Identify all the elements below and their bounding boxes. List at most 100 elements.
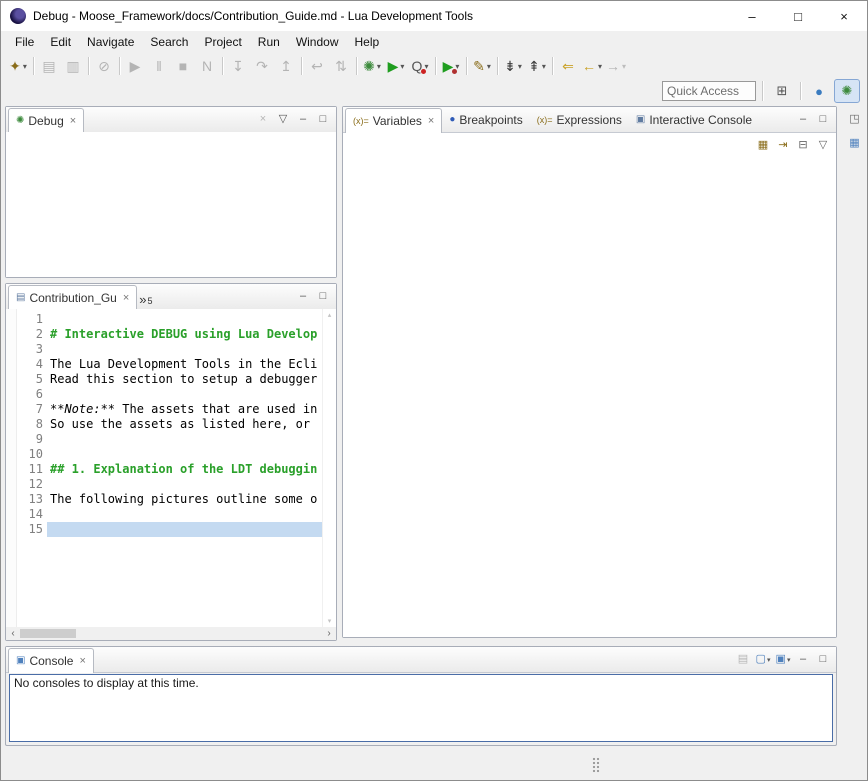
collapse-all-icon[interactable]: ⊟ — [794, 136, 812, 154]
menu-item-window[interactable]: Window — [288, 32, 347, 52]
quick-access-input[interactable]: Quick Access — [662, 81, 756, 101]
editor-vertical-scrollbar[interactable]: ▴ ▾ — [322, 309, 336, 627]
close-tab-icon[interactable]: × — [123, 292, 129, 304]
run-icon[interactable]: ▶▾ — [384, 55, 408, 77]
lua-perspective-button[interactable]: ● — [806, 79, 832, 103]
line-number: 7 — [17, 402, 43, 417]
editor-line — [47, 507, 322, 522]
menu-item-help[interactable]: Help — [347, 32, 388, 52]
coverage-icon[interactable]: Q▾ — [408, 55, 432, 77]
editor-horizontal-scrollbar[interactable]: ‹ › — [6, 627, 336, 640]
tab-variables[interactable]: (x)=Variables× — [345, 108, 442, 133]
tab-debug[interactable]: ✺Debug× — [8, 108, 84, 133]
minimize-button[interactable]: – — [729, 1, 775, 31]
scroll-down-icon[interactable]: ▾ — [328, 617, 332, 625]
tab-expressions[interactable]: (x)=Expressions — [530, 108, 629, 132]
menu-item-search[interactable]: Search — [142, 32, 196, 52]
remove-all-terminated-icon[interactable]: × — [254, 111, 272, 129]
tab-contribution-gu[interactable]: ▤Contribution_Gu× — [8, 285, 137, 310]
minimize-view-icon[interactable]: – — [794, 651, 812, 669]
line-number: 3 — [17, 342, 43, 357]
minimized-outline-view-icon[interactable]: ▦ — [846, 134, 864, 152]
new-wizard-icon[interactable]: ✦▾ — [6, 55, 30, 77]
minimize-view-icon[interactable]: – — [294, 288, 312, 306]
variables-view-content[interactable] — [343, 156, 836, 637]
resume-icon[interactable]: ▶ — [123, 55, 147, 77]
console-output[interactable]: No consoles to display at this time. — [9, 674, 833, 742]
perspective-bar: ⊞ ●✺ — [769, 79, 860, 103]
suspend-icon[interactable]: ‖ — [147, 55, 171, 77]
dropdown-arrow-icon[interactable]: ▾ — [787, 656, 791, 664]
show-logical-structures-icon[interactable]: ⇥ — [774, 136, 792, 154]
debug-perspective-button[interactable]: ✺ — [834, 79, 860, 103]
dropdown-arrow-icon[interactable]: ▾ — [377, 62, 381, 71]
close-tab-icon[interactable]: × — [428, 115, 434, 127]
step-into-icon[interactable]: ↧ — [226, 55, 250, 77]
display-selected-console-icon[interactable]: ▢▾ — [754, 651, 772, 669]
debug-view-icon: ✺ — [16, 116, 24, 126]
back-icon[interactable]: ←▾ — [580, 55, 604, 77]
menu-item-run[interactable]: Run — [250, 32, 288, 52]
resize-grip[interactable] — [592, 757, 600, 773]
dropdown-arrow-icon[interactable]: ▾ — [598, 62, 602, 71]
scrollbar-thumb[interactable] — [20, 629, 76, 638]
maximize-view-icon[interactable]: □ — [814, 111, 832, 129]
scroll-left-icon[interactable]: ‹ — [6, 627, 20, 640]
last-edit-location-icon[interactable]: ⇐ — [556, 55, 580, 77]
open-console-icon[interactable]: ▣▾ — [774, 651, 792, 669]
dropdown-arrow-icon[interactable]: ▾ — [518, 62, 522, 71]
editor-text-area[interactable]: # Interactive DEBUG using Lua DevelopThe… — [47, 309, 322, 627]
maximize-view-icon[interactable]: □ — [314, 111, 332, 129]
view-menu-icon[interactable]: ▽ — [274, 111, 292, 129]
disconnect-icon[interactable]: N — [195, 55, 219, 77]
dropdown-arrow-icon[interactable]: ▾ — [767, 656, 771, 664]
open-perspective-icon[interactable]: ⊞ — [769, 79, 795, 103]
quick-access-row: Quick Access ⊞ ●✺ — [2, 79, 866, 103]
clear-console-icon[interactable]: ▤ — [734, 651, 752, 669]
dropdown-arrow-icon[interactable]: ▾ — [622, 62, 626, 71]
window-title: Debug - Moose_Framework/docs/Contributio… — [33, 9, 473, 23]
debug-view-content[interactable] — [6, 132, 336, 277]
tab-console[interactable]: ▣Console× — [8, 648, 94, 673]
restore-view-icon[interactable]: ◳ — [846, 110, 864, 128]
external-tools-icon[interactable]: ▶▾ — [439, 55, 463, 77]
close-tab-icon[interactable]: × — [79, 655, 85, 667]
forward-icon[interactable]: →▾ — [604, 55, 628, 77]
save-all-icon[interactable]: ▥ — [61, 55, 85, 77]
menu-item-project[interactable]: Project — [196, 32, 249, 52]
minimize-view-icon[interactable]: – — [794, 111, 812, 129]
previous-annotation-icon[interactable]: ⇞▾ — [525, 55, 549, 77]
save-icon[interactable]: ▤ — [37, 55, 61, 77]
tab-interactive-console[interactable]: ▣Interactive Console — [629, 108, 759, 132]
minimize-view-icon[interactable]: – — [294, 111, 312, 129]
dropdown-arrow-icon[interactable]: ▾ — [487, 62, 491, 71]
maximize-view-icon[interactable]: □ — [314, 288, 332, 306]
maximize-button[interactable]: □ — [775, 1, 821, 31]
menu-item-file[interactable]: File — [7, 32, 42, 52]
maximize-view-icon[interactable]: □ — [814, 651, 832, 669]
terminate-icon[interactable]: ■ — [171, 55, 195, 77]
drop-to-frame-icon[interactable]: ↩ — [305, 55, 329, 77]
step-over-icon[interactable]: ↷ — [250, 55, 274, 77]
debug-icon[interactable]: ✺▾ — [360, 55, 384, 77]
skip-all-breakpoints-icon[interactable]: ⊘ — [92, 55, 116, 77]
dropdown-arrow-icon[interactable]: ▾ — [542, 62, 546, 71]
scroll-right-icon[interactable]: › — [322, 627, 336, 640]
view-menu-icon[interactable]: ▽ — [814, 136, 832, 154]
close-button[interactable]: × — [821, 1, 867, 31]
show-type-names-icon[interactable]: ▦ — [754, 136, 772, 154]
editor-tab-overflow[interactable]: » 5 — [137, 293, 158, 309]
search-icon[interactable]: ✎▾ — [470, 55, 494, 77]
dropdown-arrow-icon[interactable]: ▾ — [400, 62, 404, 71]
step-return-icon[interactable]: ↥ — [274, 55, 298, 77]
close-tab-icon[interactable]: × — [70, 115, 76, 127]
menu-item-edit[interactable]: Edit — [42, 32, 79, 52]
next-annotation-icon[interactable]: ⇟▾ — [501, 55, 525, 77]
use-step-filters-icon[interactable]: ⇅ — [329, 55, 353, 77]
console-view-panel: ▣Console× ▤▢▾▣▾–□ No consoles to display… — [5, 646, 837, 746]
dropdown-arrow-icon[interactable]: ▾ — [23, 62, 27, 71]
scroll-up-icon[interactable]: ▴ — [328, 311, 332, 319]
line-number: 15 — [17, 522, 43, 537]
menu-item-navigate[interactable]: Navigate — [79, 32, 142, 52]
tab-breakpoints[interactable]: ●Breakpoints — [442, 108, 529, 132]
